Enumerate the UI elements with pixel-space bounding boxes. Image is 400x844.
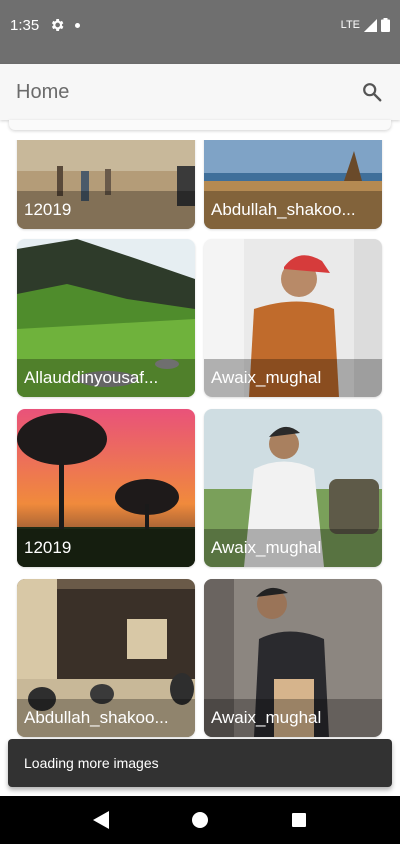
signal-icon [364, 18, 377, 32]
status-bar: 1:35 LTE [0, 0, 400, 50]
home-button[interactable] [180, 800, 220, 840]
search-button[interactable] [360, 80, 384, 104]
image-card[interactable]: Allauddinyousaf... [17, 239, 195, 397]
search-panel-edge [9, 120, 391, 130]
image-card-caption: 12019 [17, 529, 195, 567]
settings-gear-icon [52, 19, 64, 31]
image-card[interactable]: Awaix_mughal [204, 409, 382, 567]
image-card[interactable]: Awaix_mughal [204, 579, 382, 737]
back-triangle-icon [93, 811, 110, 829]
recents-button[interactable] [279, 800, 319, 840]
image-card-caption: Abdullah_shakoo... [204, 191, 382, 229]
screen: 1:35 LTE Home 12019 Abdullah_shakoo... A… [0, 0, 400, 844]
image-grid[interactable]: 12019 Abdullah_shakoo... Allauddinyousaf… [0, 140, 400, 796]
network-type: LTE [340, 19, 360, 31]
image-card[interactable]: Abdullah_shakoo... [17, 579, 195, 737]
status-time: 1:35 [10, 16, 40, 34]
image-card[interactable]: 12019 [17, 140, 195, 229]
snackbar: Loading more images [8, 739, 392, 787]
image-card-caption: Awaix_mughal [204, 529, 382, 567]
image-card-caption: Abdullah_shakoo... [17, 699, 195, 737]
status-indicators: LTE [341, 18, 390, 32]
image-card[interactable]: 12019 [17, 409, 195, 567]
page-title: Home [16, 80, 70, 103]
image-card-caption: Awaix_mughal [204, 699, 382, 737]
image-card-caption: Allauddinyousaf... [17, 359, 195, 397]
image-card[interactable]: Abdullah_shakoo... [204, 140, 382, 229]
home-circle-icon [191, 812, 208, 828]
app-bar: Home [0, 64, 400, 120]
back-button[interactable] [81, 800, 121, 840]
recents-square-icon [291, 813, 306, 827]
status-band [0, 50, 400, 64]
notification-dot-icon [75, 22, 81, 28]
search-icon [363, 83, 382, 102]
image-card-caption: 12019 [17, 191, 195, 229]
battery-icon [381, 18, 390, 32]
snackbar-message: Loading more images [24, 755, 159, 771]
image-card[interactable]: Awaix_mughal [204, 239, 382, 397]
image-card-caption: Awaix_mughal [204, 359, 382, 397]
system-nav-bar [0, 796, 400, 844]
